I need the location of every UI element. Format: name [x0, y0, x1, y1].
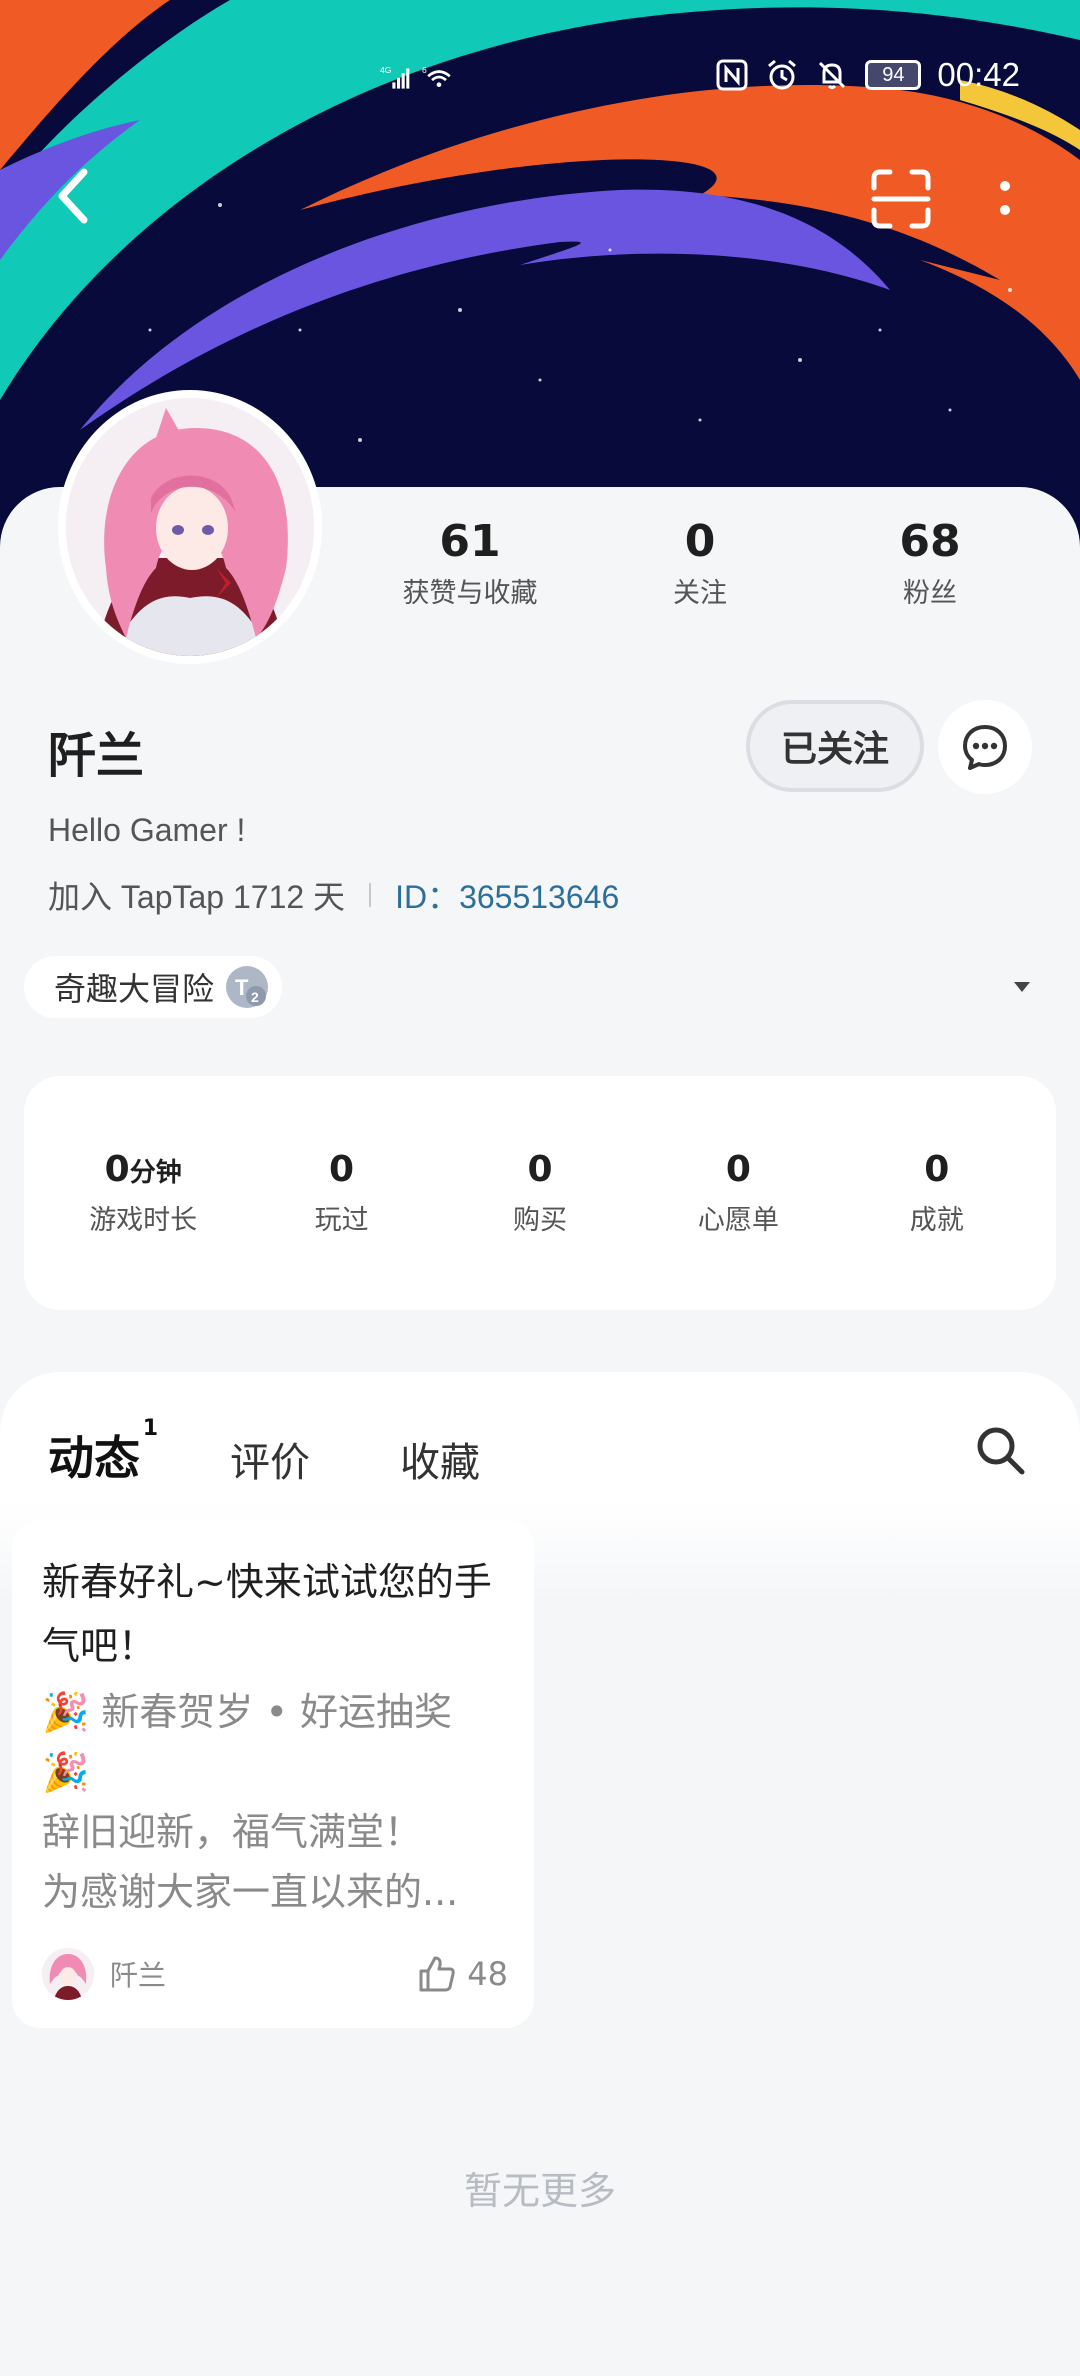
status-bar: 4G 6 94 00:42: [0, 56, 1080, 104]
post-footer: 阡兰 48: [42, 1946, 508, 2002]
signal-icon: 4G: [380, 65, 410, 89]
battery-indicator: 94: [865, 60, 922, 90]
post-card[interactable]: 新春好礼~快来试试您的手气吧！ 🎉 新春贺岁 • 好运抽奖 🎉 辞旧迎新，福气满…: [12, 1520, 534, 2028]
game-badge[interactable]: 奇趣大冒险 T 2: [24, 956, 283, 1018]
stat-achievements[interactable]: 0 成就: [847, 1149, 1027, 1237]
stat-label: 关注: [673, 578, 727, 609]
post-line: 🎉: [42, 1742, 522, 1802]
post-excerpt: 🎉 新春贺岁 • 好运抽奖 🎉 辞旧迎新，福气满堂！ 为感谢大家一直以来的...: [42, 1682, 522, 1922]
stat-value: 0分钟: [104, 1149, 182, 1190]
stat-played[interactable]: 0 玩过: [252, 1149, 432, 1237]
status-network-group: 4G 6: [380, 60, 456, 94]
svg-text:6: 6: [422, 65, 427, 75]
svg-text:2: 2: [251, 989, 259, 1005]
stat-value: 0: [924, 1149, 950, 1190]
stat-label: 玩过: [314, 1205, 369, 1236]
stat-playtime[interactable]: 0分钟 游戏时长: [53, 1149, 233, 1237]
back-arrow-icon[interactable]: [48, 160, 108, 230]
join-info: 加入 TapTap 1712 天 ID：365513646: [48, 872, 619, 918]
stat-purchased[interactable]: 0 购买: [450, 1149, 630, 1237]
chat-icon: [963, 725, 1007, 770]
user-id[interactable]: ID：365513646: [395, 872, 619, 918]
profile-stats: 61 获赞与收藏 0 关注 68 粉丝: [360, 516, 1040, 610]
stat-value: 61: [439, 516, 501, 567]
wifi-icon: 6: [422, 65, 451, 88]
tab-bar: 动态 1 评价 收藏: [48, 1416, 570, 1494]
stat-value: 0: [725, 1149, 751, 1190]
tab-favorites[interactable]: 收藏: [400, 1430, 480, 1488]
stat-label: 心愿单: [697, 1205, 779, 1236]
alarm-icon: [768, 59, 797, 90]
stat-following[interactable]: 0 关注: [590, 516, 810, 610]
post-title: 新春好礼~快来试试您的手气吧！: [42, 1560, 492, 1668]
stat-value: 0: [684, 516, 716, 567]
scan-icon[interactable]: [870, 168, 932, 230]
stat-wishlist[interactable]: 0 心愿单: [648, 1149, 828, 1237]
badge-label: 奇趣大冒险: [54, 970, 215, 1008]
join-days: 加入 TapTap 1712 天: [48, 879, 346, 915]
tab-activity[interactable]: 动态 1: [48, 1416, 158, 1494]
nfc-icon: [716, 59, 748, 91]
stat-label: 粉丝: [903, 578, 957, 609]
search-icon[interactable]: [972, 1422, 1028, 1478]
tab-count-badge: 1: [142, 1416, 158, 1441]
end-of-list-text: 暂无更多: [463, 2169, 616, 2213]
user-name: 阡兰: [48, 728, 145, 784]
tab-label: 收藏: [400, 1440, 480, 1486]
message-button[interactable]: [938, 700, 1032, 794]
like-button[interactable]: 48: [417, 1954, 508, 1994]
avatar-image: [66, 398, 314, 656]
stat-label: 游戏时长: [89, 1205, 198, 1236]
more-options-icon[interactable]: [990, 170, 1020, 230]
post-line: 为感谢大家一直以来的...: [42, 1870, 459, 1914]
party-popper-icon: 🎉: [42, 1690, 90, 1734]
silent-bell-icon: [819, 61, 846, 89]
following-button[interactable]: 已关注: [746, 700, 924, 792]
stat-followers[interactable]: 68 粉丝: [820, 516, 1040, 610]
author-avatar[interactable]: [42, 1948, 94, 2000]
tab-reviews[interactable]: 评价: [230, 1430, 310, 1488]
author-name[interactable]: 阡兰: [110, 1954, 166, 1994]
divider: [369, 883, 372, 907]
post-line: 🎉 新春贺岁 • 好运抽奖: [42, 1690, 452, 1734]
thumbs-up-icon: [419, 1956, 455, 1992]
party-popper-icon: 🎉: [42, 1750, 90, 1794]
status-time: 00:42: [937, 56, 1020, 93]
svg-text:4G: 4G: [380, 65, 391, 75]
chevron-down-icon[interactable]: [1012, 980, 1032, 994]
stat-label: 购买: [512, 1205, 567, 1236]
stat-value: 0: [329, 1149, 355, 1190]
like-count: 48: [467, 1955, 508, 1993]
avatar[interactable]: [58, 390, 322, 664]
post-line: 辞旧迎新，福气满堂！: [42, 1810, 423, 1854]
stat-likes[interactable]: 61 获赞与收藏: [360, 516, 580, 610]
stat-label: 成就: [909, 1205, 964, 1236]
stat-label: 获赞与收藏: [402, 578, 538, 609]
stat-value: 0: [527, 1149, 553, 1190]
tab-label: 评价: [230, 1440, 310, 1486]
level-badge-icon: T 2: [226, 966, 269, 1008]
game-stats-panel: 0分钟 游戏时长 0 玩过 0 购买 0 心愿单 0 成就: [24, 1076, 1056, 1310]
stat-value: 68: [899, 516, 961, 567]
tab-label: 动态: [48, 1431, 140, 1485]
user-bio: Hello Gamer !: [48, 812, 246, 848]
status-system-group: 94 00:42: [715, 56, 1020, 94]
